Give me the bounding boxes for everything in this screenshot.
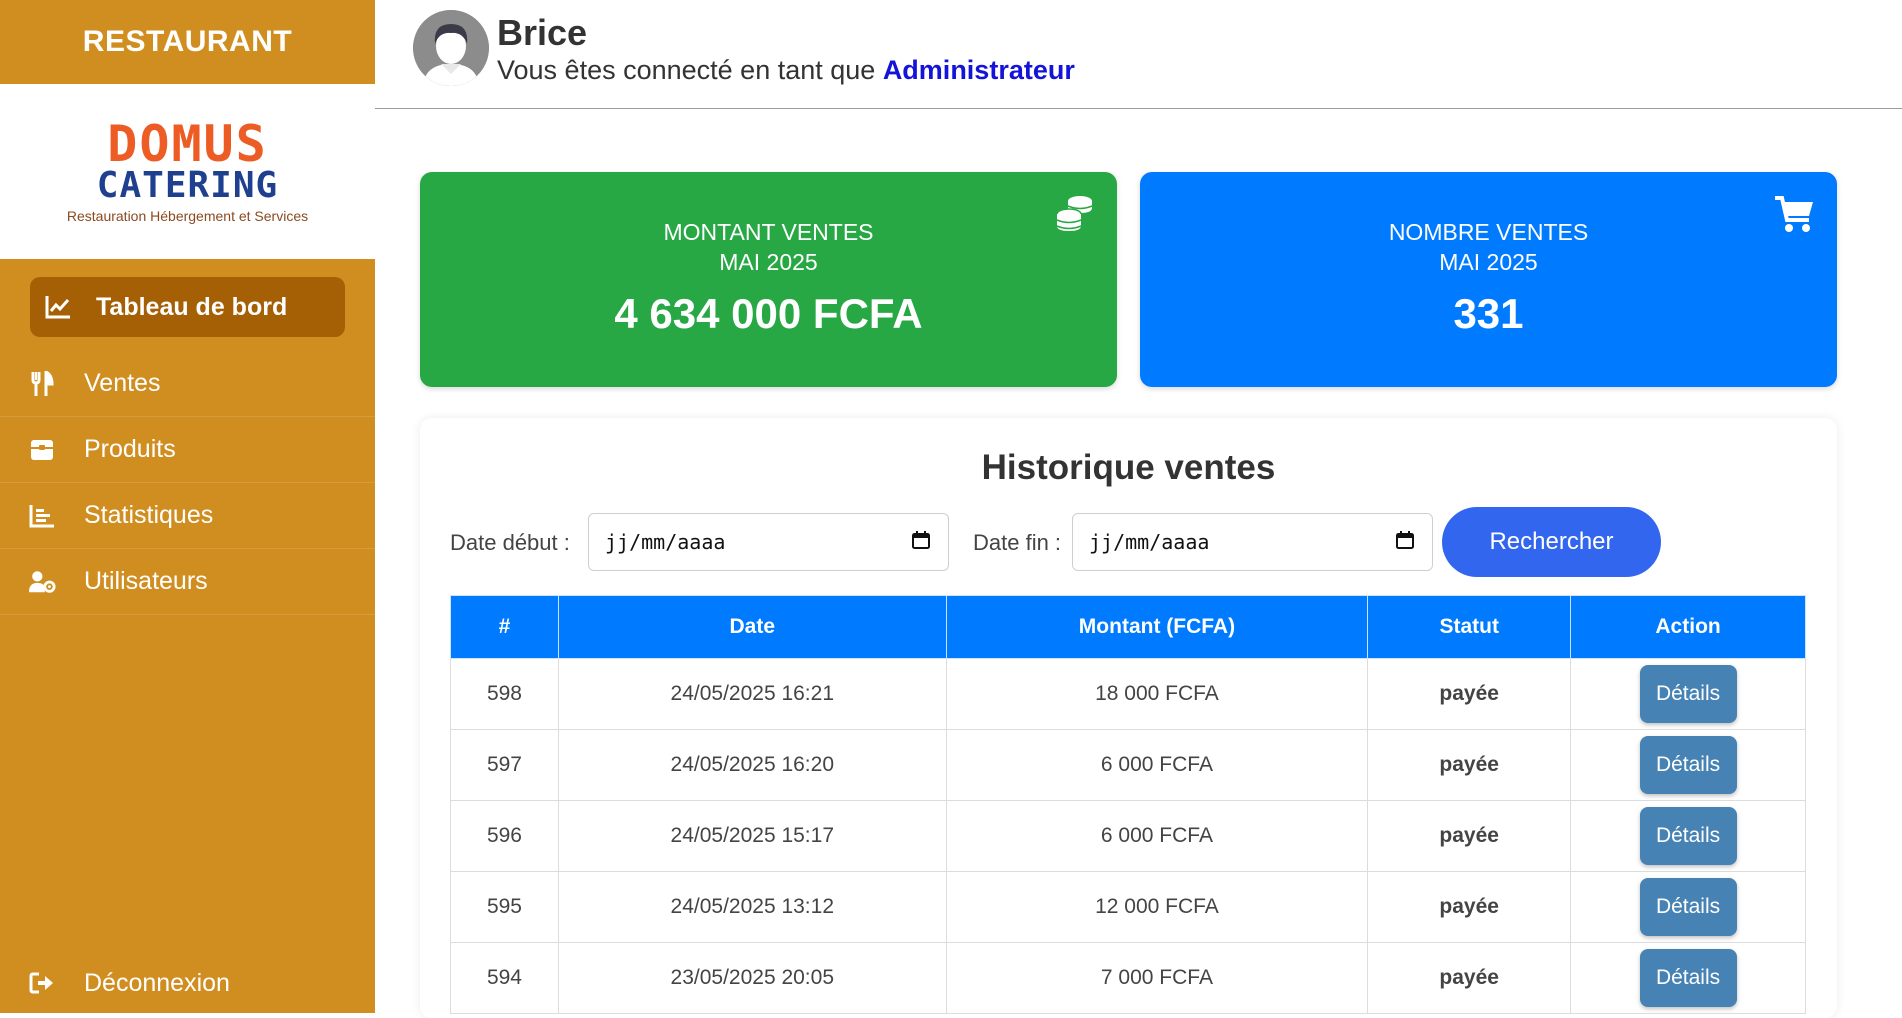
sidebar-item-label: Statistiques — [84, 501, 214, 529]
column-header-date: Date — [557, 595, 947, 659]
user-gear-icon — [28, 568, 56, 596]
table-row: 598 24/05/2025 16:21 18 000 FCFA payée D… — [450, 658, 1806, 730]
sales-table: # Date Montant (FCFA) Statut Action 598 … — [450, 595, 1806, 1014]
sales-amount-card: MONTANT VENTES MAI 2025 4 634 000 FCFA — [420, 172, 1117, 387]
details-button[interactable]: Détails — [1639, 807, 1737, 865]
sale-id: 596 — [450, 800, 559, 872]
logout-label: Déconnexion — [84, 968, 230, 997]
sale-date: 23/05/2025 20:05 — [557, 942, 947, 1014]
history-title: Historique ventes — [981, 448, 1276, 487]
details-button[interactable]: Détails — [1639, 665, 1737, 723]
table-row: 597 24/05/2025 16:20 6 000 FCFA payée Dé… — [450, 729, 1806, 801]
logout-link[interactable]: Déconnexion — [0, 958, 375, 1008]
box-icon — [28, 436, 56, 464]
sidebar-item-label: Ventes — [84, 369, 161, 397]
column-header-amount: Montant (FCFA) — [945, 595, 1369, 659]
top-header: Brice Vous êtes connecté en tant que Adm… — [375, 0, 1902, 109]
status-badge: payée — [1367, 658, 1572, 730]
logo-tagline: Restauration Hébergement et Services — [66, 207, 309, 224]
sale-id: 595 — [450, 871, 559, 943]
sales-count-label: NOMBRE VENTES MAI 2025 — [1140, 217, 1837, 277]
column-header-action: Action — [1570, 595, 1806, 659]
brand-title: RESTAURANT — [82, 25, 293, 58]
sidebar-item-dashboard[interactable]: Tableau de bord — [30, 277, 345, 337]
end-date-placeholder: jj/mm/aaaa — [1089, 530, 1210, 554]
sales-amount-label-line2: MAI 2025 — [719, 249, 818, 275]
sale-date: 24/05/2025 16:20 — [557, 729, 947, 801]
sidebar-item-produits[interactable]: Produits — [0, 417, 375, 483]
calendar-icon[interactable] — [1396, 530, 1414, 554]
company-logo: DOMUS CATERING Restauration Hébergement … — [0, 84, 375, 259]
user-role: Administrateur — [882, 55, 1075, 85]
sale-date: 24/05/2025 16:21 — [557, 658, 947, 730]
start-date-input[interactable]: jj/mm/aaaa — [588, 513, 949, 571]
bar-chart-icon — [28, 502, 56, 530]
utensils-icon — [28, 370, 56, 398]
sales-count-label-line1: NOMBRE VENTES — [1388, 219, 1589, 245]
sale-id: 594 — [450, 942, 559, 1014]
sidebar-item-statistiques[interactable]: Statistiques — [0, 483, 375, 549]
action-cell: Détails — [1570, 729, 1806, 801]
search-button[interactable]: Rechercher — [1442, 507, 1661, 577]
sidebar-item-ventes[interactable]: Ventes — [0, 351, 375, 417]
end-date-label: Date fin : — [973, 530, 1062, 555]
logo-text-catering: CATERING — [96, 164, 279, 206]
sign-out-icon — [28, 969, 56, 997]
status-badge: payée — [1367, 871, 1572, 943]
details-button[interactable]: Détails — [1639, 736, 1737, 794]
sale-id: 597 — [450, 729, 559, 801]
table-row: 596 24/05/2025 15:17 6 000 FCFA payée Dé… — [450, 800, 1806, 872]
avatar[interactable] — [413, 10, 489, 86]
chart-line-icon — [44, 293, 72, 321]
details-button[interactable]: Détails — [1639, 949, 1737, 1007]
logo-text-domus: DOMUS — [107, 114, 268, 173]
sale-amount: 18 000 FCFA — [945, 658, 1369, 730]
calendar-icon[interactable] — [912, 530, 930, 554]
sidebar-item-label: Tableau de bord — [96, 292, 288, 321]
action-cell: Détails — [1570, 942, 1806, 1014]
connected-as-text: Vous êtes connecté en tant que — [497, 55, 876, 85]
sales-count-card: NOMBRE VENTES MAI 2025 331 — [1140, 172, 1837, 387]
table-row: 594 23/05/2025 20:05 7 000 FCFA payée Dé… — [450, 942, 1806, 1014]
user-name: Brice — [497, 12, 588, 53]
action-cell: Détails — [1570, 871, 1806, 943]
start-date-label: Date début : — [450, 530, 570, 555]
sidebar-item-utilisateurs[interactable]: Utilisateurs — [0, 549, 375, 615]
sidebar-item-label: Utilisateurs — [84, 567, 208, 595]
start-date-placeholder: jj/mm/aaaa — [605, 530, 726, 554]
sale-amount: 12 000 FCFA — [945, 871, 1369, 943]
sale-amount: 7 000 FCFA — [945, 942, 1369, 1014]
action-cell: Détails — [1570, 800, 1806, 872]
sales-amount-label: MONTANT VENTES MAI 2025 — [420, 217, 1117, 277]
sales-count-label-line2: MAI 2025 — [1439, 249, 1538, 275]
sales-history-panel: Historique ventes Date début : jj/mm/aaa… — [420, 418, 1837, 1018]
sale-amount: 6 000 FCFA — [945, 729, 1369, 801]
status-badge: payée — [1367, 729, 1572, 801]
user-role-line: Vous êtes connecté en tant que Administr… — [497, 55, 1075, 86]
end-date-input[interactable]: jj/mm/aaaa — [1072, 513, 1433, 571]
sale-date: 24/05/2025 15:17 — [557, 800, 947, 872]
table-header-row: # Date Montant (FCFA) Statut Action — [450, 595, 1806, 659]
sales-count-value: 331 — [1453, 290, 1524, 337]
sales-amount-value: 4 634 000 FCFA — [614, 290, 923, 337]
table-row: 595 24/05/2025 13:12 12 000 FCFA payée D… — [450, 871, 1806, 943]
column-header-status: Statut — [1367, 595, 1572, 659]
column-header-id: # — [450, 595, 559, 659]
action-cell: Détails — [1570, 658, 1806, 730]
sale-id: 598 — [450, 658, 559, 730]
status-badge: payée — [1367, 942, 1572, 1014]
status-badge: payée — [1367, 800, 1572, 872]
sidebar: RESTAURANT DOMUS CATERING Restauration H… — [0, 0, 375, 1013]
sidebar-item-label: Produits — [84, 435, 176, 463]
sale-date: 24/05/2025 13:12 — [557, 871, 947, 943]
sale-amount: 6 000 FCFA — [945, 800, 1369, 872]
details-button[interactable]: Détails — [1639, 878, 1737, 936]
sales-amount-label-line1: MONTANT VENTES — [663, 219, 874, 245]
